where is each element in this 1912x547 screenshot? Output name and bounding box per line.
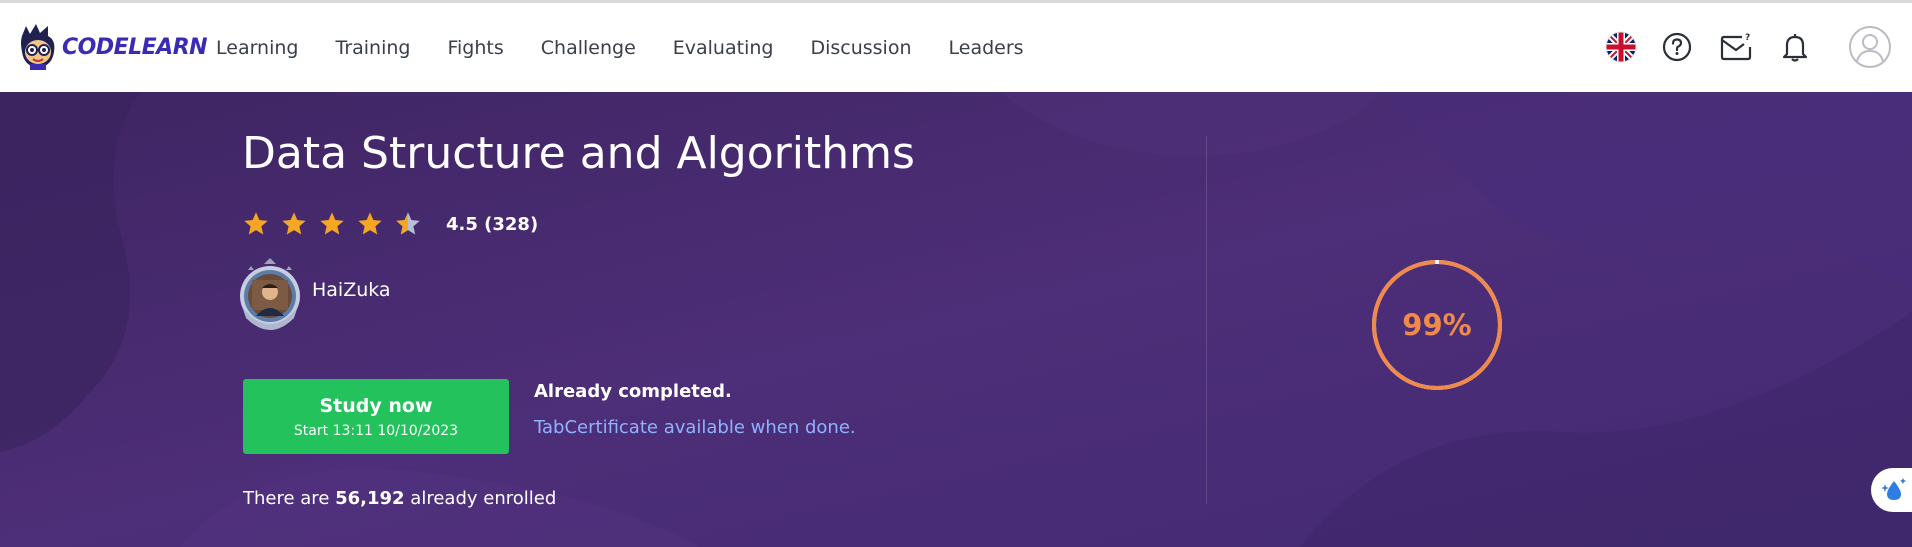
main-nav: Learning Training Fights Challenge Evalu…	[216, 3, 1061, 92]
user-avatar-icon[interactable]	[1848, 25, 1892, 69]
logo-mascot-icon	[21, 24, 55, 70]
vertical-divider	[1206, 136, 1207, 504]
nav-learning[interactable]: Learning	[216, 37, 299, 59]
course-author[interactable]: HaiZuka	[234, 258, 391, 330]
nav-leaders[interactable]: Leaders	[949, 37, 1024, 59]
star-full-icon	[244, 212, 268, 235]
course-title: Data Structure and Algorithms	[242, 128, 915, 179]
star-half-icon	[396, 212, 420, 235]
enrolled-count: 56,192	[335, 488, 405, 509]
progress-percent: 99%	[1402, 308, 1472, 342]
help-icon[interactable]	[1658, 28, 1696, 66]
star-full-icon	[282, 212, 306, 235]
enrolled-suffix: already enrolled	[404, 488, 557, 509]
study-start-time: Start 13:11 10/10/2023	[293, 422, 459, 439]
star-full-icon	[358, 212, 382, 235]
language-uk-flag-icon[interactable]	[1602, 28, 1640, 66]
water-drop-sparkle-icon	[1881, 478, 1906, 500]
course-hero-banner: Data Structure and Algorithms 4.5 (328) …	[0, 92, 1912, 547]
star-full-icon	[320, 212, 344, 235]
mail-icon[interactable]: ?	[1718, 28, 1756, 66]
author-name[interactable]: HaiZuka	[312, 279, 391, 301]
study-now-button[interactable]: Study now Start 13:11 10/10/2023	[243, 379, 509, 454]
enrolled-count-text: There are 56,192 already enrolled	[243, 488, 556, 509]
top-navbar: CODELEARN Learning Training Fights Chall…	[0, 3, 1912, 92]
logo-text: CODELEARN	[62, 34, 208, 60]
certificate-link[interactable]: TabCertificate available when done.	[534, 417, 856, 438]
nav-challenge[interactable]: Challenge	[541, 37, 636, 59]
course-rating: 4.5 (328)	[242, 210, 538, 238]
floating-helper-button[interactable]	[1871, 468, 1912, 512]
nav-fights[interactable]: Fights	[447, 37, 503, 59]
enrolled-prefix: There are	[243, 488, 336, 509]
codelearn-logo[interactable]: CODELEARN	[16, 21, 208, 73]
svg-text:?: ?	[1745, 33, 1750, 43]
completion-status: Already completed.	[534, 381, 732, 402]
rating-text: 4.5 (328)	[446, 213, 539, 235]
nav-training[interactable]: Training	[336, 37, 411, 59]
bell-icon[interactable]	[1776, 28, 1814, 66]
nav-discussion[interactable]: Discussion	[810, 37, 911, 59]
study-now-label: Study now	[319, 394, 433, 417]
author-avatar	[240, 258, 300, 330]
nav-evaluating[interactable]: Evaluating	[673, 37, 774, 59]
